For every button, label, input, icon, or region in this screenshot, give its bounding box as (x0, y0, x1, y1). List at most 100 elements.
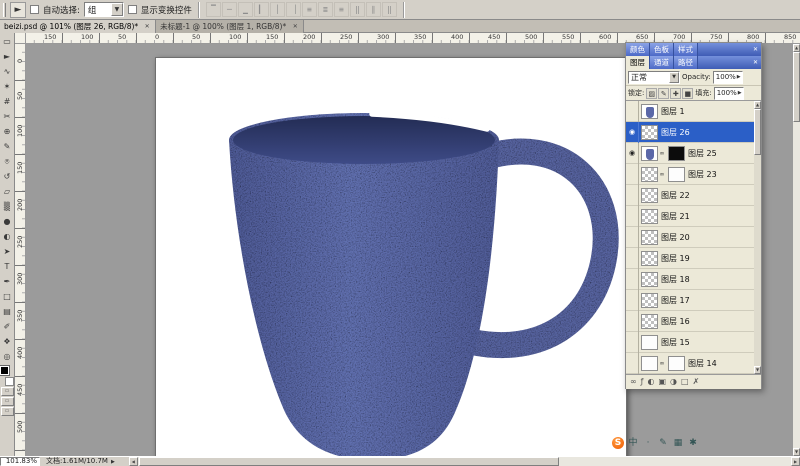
palette-tab[interactable]: 通道 (650, 56, 674, 69)
visibility-toggle[interactable] (626, 311, 639, 332)
palette-tab[interactable]: 图层 (626, 56, 650, 69)
hand-tool[interactable]: ❖ (0, 334, 14, 349)
layer-row[interactable]: 图层 19 (626, 248, 754, 269)
soft-keyboard-icon[interactable]: ▦ (672, 437, 684, 449)
layer-row[interactable]: 图层 22 (626, 185, 754, 206)
pen-tool[interactable]: ✒ (0, 274, 14, 289)
layer-row[interactable]: 图层 1 (626, 101, 754, 122)
lasso-tool[interactable]: ∿ (0, 64, 14, 79)
layer-row[interactable]: 图层 18 (626, 269, 754, 290)
distribute-vertical-centers-icon[interactable]: ≣ (318, 2, 333, 17)
quick-mask-button[interactable]: ▭ (1, 387, 14, 396)
auto-select-checkbox[interactable] (30, 5, 39, 14)
visibility-toggle[interactable] (626, 185, 639, 206)
notes-tool[interactable]: ▤ (0, 304, 14, 319)
close-tab-icon[interactable]: ✕ (143, 23, 151, 30)
gradient-tool[interactable]: ▒ (0, 199, 14, 214)
blend-mode-combo[interactable]: 正常 ▼ (628, 71, 680, 84)
palette-tab[interactable]: 颜色 (626, 43, 650, 56)
layer-row[interactable]: ◉∞图层 25 (626, 143, 754, 164)
eraser-tool[interactable]: ▱ (0, 184, 14, 199)
align-left-edges-icon[interactable]: ▎ (254, 2, 269, 17)
clone-stamp-tool[interactable]: ⍟ (0, 154, 14, 169)
scroll-down-icon[interactable]: ▼ (793, 448, 800, 456)
layer-row[interactable]: 图层 21 (626, 206, 754, 227)
slider-arrow-icon[interactable]: ▶ (738, 90, 742, 96)
layer-row[interactable]: ∞图层 23 (626, 164, 754, 185)
align-top-edges-icon[interactable]: ▔ (206, 2, 221, 17)
layer-row[interactable]: 图层 15 (626, 332, 754, 353)
align-horizontal-centers-icon[interactable]: │ (270, 2, 285, 17)
zoom-level-field[interactable]: 101.83% (0, 457, 40, 466)
eyedropper-tool[interactable]: ✐ (0, 319, 14, 334)
layer-row[interactable]: ∞图层 14 (626, 353, 754, 374)
history-brush-tool[interactable]: ↺ (0, 169, 14, 184)
visibility-toggle[interactable] (626, 227, 639, 248)
scroll-down-icon[interactable]: ▼ (754, 366, 761, 374)
visibility-toggle[interactable] (626, 353, 639, 374)
input-mode-icon[interactable]: 中 (627, 437, 639, 449)
distribute-bottom-edges-icon[interactable]: ≡ (334, 2, 349, 17)
move-tool[interactable]: ► (0, 49, 14, 64)
layer-row[interactable]: 图层 20 (626, 227, 754, 248)
align-right-edges-icon[interactable]: ▕ (286, 2, 301, 17)
vertical-scroll-thumb[interactable] (793, 52, 800, 122)
sogou-logo-icon[interactable]: S (612, 437, 624, 449)
lock-transparent-pixels-icon[interactable]: ▨ (646, 88, 657, 99)
align-bottom-edges-icon[interactable]: ▁ (238, 2, 253, 17)
visibility-toggle[interactable] (626, 101, 639, 122)
dodge-tool[interactable]: ◐ (0, 229, 14, 244)
handwriting-icon[interactable]: ✎ (657, 437, 669, 449)
new-layer-icon[interactable]: □ (681, 375, 689, 389)
auto-select-group-combo[interactable]: 组 ▼ (84, 2, 124, 17)
fullscreen-mode-button[interactable]: ▭ (1, 407, 14, 416)
visibility-toggle[interactable] (626, 248, 639, 269)
layer-row[interactable]: 图层 17 (626, 290, 754, 311)
type-tool[interactable]: T (0, 259, 14, 274)
options-bar-grip[interactable] (3, 3, 6, 17)
layer-row[interactable]: ◉图层 26 (626, 122, 754, 143)
chevron-down-icon[interactable]: ▼ (669, 72, 679, 83)
rectangular-marquee-tool[interactable]: ▭ (0, 34, 14, 49)
punctuation-icon[interactable]: · (642, 437, 654, 449)
layer-style-icon[interactable]: ƒ (641, 375, 644, 389)
palette-tab[interactable]: 色板 (650, 43, 674, 56)
close-tab-icon[interactable]: ✕ (291, 23, 299, 30)
add-layer-mask-icon[interactable]: ◐ (648, 375, 655, 389)
palette-tab[interactable]: 路径 (674, 56, 698, 69)
scroll-up-icon[interactable]: ▲ (754, 101, 761, 109)
close-palette-icon[interactable]: ✕ (750, 56, 761, 69)
scroll-up-icon[interactable]: ▲ (793, 44, 800, 52)
horizontal-scroll-thumb[interactable] (139, 457, 559, 466)
fill-field[interactable]: 100% ▶ (714, 87, 744, 100)
blur-tool[interactable]: ● (0, 214, 14, 229)
distribute-right-edges-icon[interactable]: ‖ (382, 2, 397, 17)
visibility-toggle[interactable]: ◉ (626, 143, 639, 164)
lock-position-icon[interactable]: ✚ (670, 88, 681, 99)
ime-settings-icon[interactable]: ✱ (687, 437, 699, 449)
status-arrow-icon[interactable]: ▶ (111, 459, 115, 465)
new-adjustment-layer-icon[interactable]: ◑ (670, 375, 677, 389)
close-palette-icon[interactable]: ✕ (750, 43, 761, 56)
zoom-tool[interactable]: ◎ (0, 349, 14, 364)
shape-tool[interactable]: □ (0, 289, 14, 304)
brush-tool[interactable]: ✎ (0, 139, 14, 154)
scroll-right-icon[interactable]: ▶ (791, 457, 800, 466)
magic-wand-tool[interactable]: ✶ (0, 79, 14, 94)
slice-tool[interactable]: ✂ (0, 109, 14, 124)
slider-arrow-icon[interactable]: ▶ (737, 74, 741, 80)
visibility-toggle[interactable] (626, 290, 639, 311)
document-tab[interactable]: beizi.psd @ 101% (图层 26, RGB/8)*✕ (0, 20, 156, 33)
lock-all-icon[interactable]: ■ (682, 88, 693, 99)
scroll-left-icon[interactable]: ◀ (129, 457, 138, 466)
horizontal-scrollbar[interactable]: ◀ ▶ (129, 457, 800, 466)
visibility-toggle[interactable]: ◉ (626, 122, 639, 143)
opacity-field[interactable]: 100% ▶ (713, 71, 743, 84)
healing-brush-tool[interactable]: ⊕ (0, 124, 14, 139)
foreground-color-swatch[interactable] (0, 366, 9, 375)
delete-layer-icon[interactable]: ✗ (693, 375, 700, 389)
palette-tab[interactable]: 样式 (674, 43, 698, 56)
lock-image-pixels-icon[interactable]: ✎ (658, 88, 669, 99)
layer-list-scrollbar[interactable]: ▲ ▼ (754, 101, 761, 374)
crop-tool[interactable]: # (0, 94, 14, 109)
